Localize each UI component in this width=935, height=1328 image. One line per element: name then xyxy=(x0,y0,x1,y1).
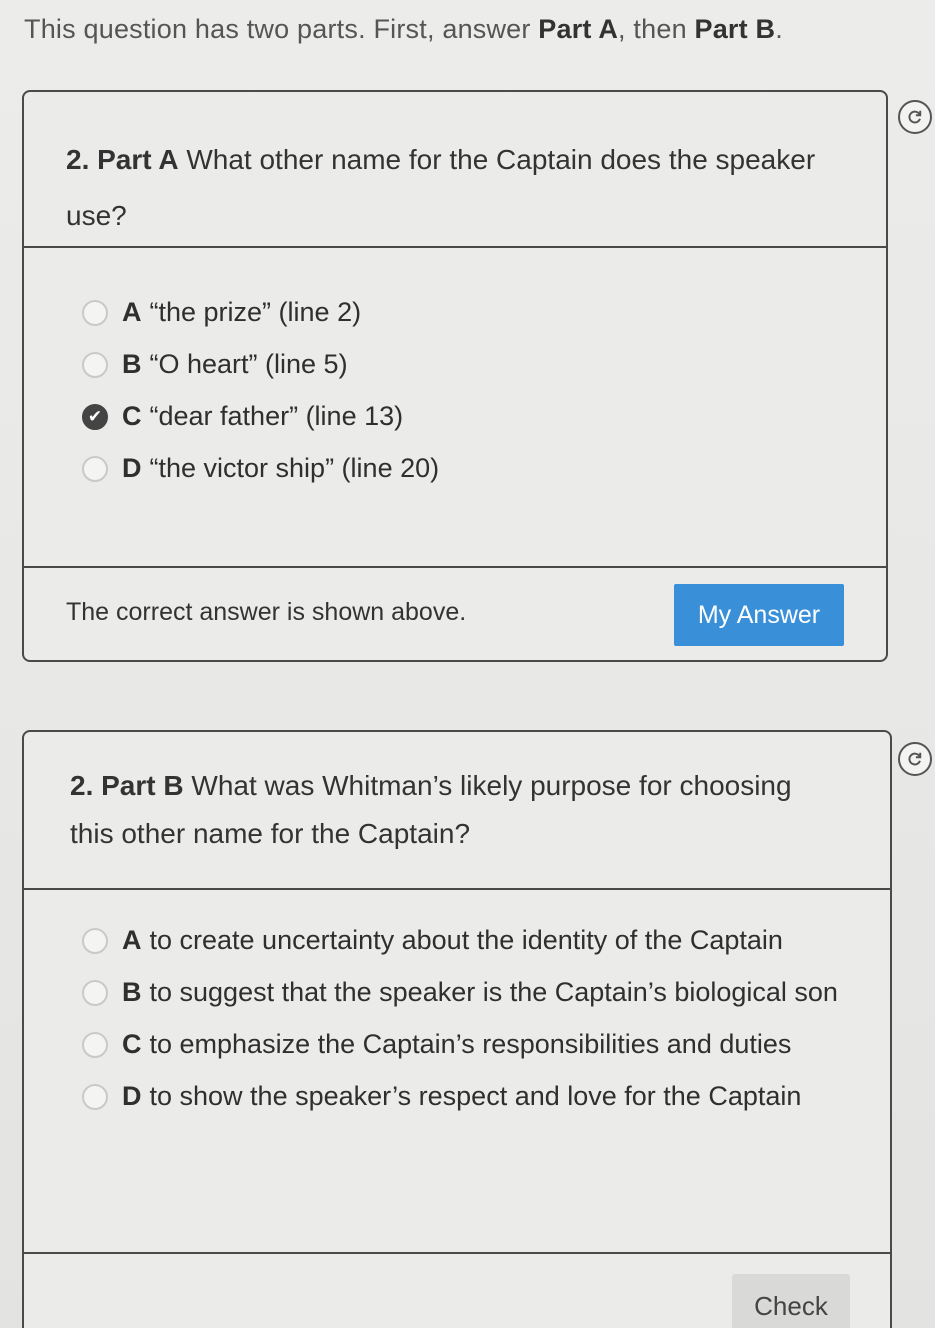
option-letter: C xyxy=(122,401,142,431)
option-label: A “the prize” (line 2) xyxy=(122,288,361,336)
question-card-part-b: 2. Part B What was Whitman’s likely purp… xyxy=(22,730,892,1328)
option-label: D “the victor ship” (line 20) xyxy=(122,444,439,492)
question-card-part-a: 2. Part A What other name for the Captai… xyxy=(22,90,888,662)
reset-icon-glyph xyxy=(908,110,922,124)
radio-button[interactable] xyxy=(82,1084,108,1110)
option-letter: A xyxy=(122,297,142,327)
option-letter: B xyxy=(122,349,142,379)
radio-button[interactable] xyxy=(82,1032,108,1058)
question-prompt: What other name for the Captain does the… xyxy=(66,144,816,231)
question-header: 2. Part A What other name for the Captai… xyxy=(24,92,886,248)
question-footer: The correct answer is shown above. My An… xyxy=(24,566,886,660)
my-answer-button[interactable]: My Answer xyxy=(674,584,844,646)
question-text: 2. Part A What other name for the Captai… xyxy=(66,132,826,244)
option-letter: B xyxy=(122,977,142,1007)
page: This question has two parts. First, answ… xyxy=(0,0,935,1328)
answer-options: A “the prize” (line 2) B “O heart” (line 5)… xyxy=(82,296,866,504)
option-label: Cto emphasize the Captain’s responsibili… xyxy=(122,1020,791,1068)
radio-button[interactable] xyxy=(82,980,108,1006)
answer-options: Ato create uncertainty about the identit… xyxy=(82,924,870,1132)
radio-button[interactable] xyxy=(82,300,108,326)
instructions-part-b: Part B xyxy=(694,14,776,44)
option-letter: C xyxy=(122,1029,142,1059)
option-letter: D xyxy=(122,1081,142,1111)
radio-button[interactable] xyxy=(82,456,108,482)
answer-option-d[interactable]: D “the victor ship” (line 20) xyxy=(82,452,866,504)
option-text: “the prize” (line 2) xyxy=(149,297,362,327)
option-letter: D xyxy=(122,453,142,483)
answer-option-d[interactable]: Dto show the speaker’s respect and love … xyxy=(82,1080,870,1132)
option-label: C “dear father” (line 13) xyxy=(122,392,403,440)
option-text: to create uncertainty about the identity… xyxy=(149,925,783,955)
radio-button[interactable] xyxy=(82,928,108,954)
question-number: 2. Part B xyxy=(70,770,184,801)
option-text: “dear father” (line 13) xyxy=(149,401,404,431)
question-header: 2. Part B What was Whitman’s likely purp… xyxy=(24,732,890,890)
option-text: to show the speaker’s respect and love f… xyxy=(149,1081,802,1111)
instructions-part-a: Part A xyxy=(538,14,619,44)
instructions-suffix: . xyxy=(775,14,783,44)
option-text: “O heart” (line 5) xyxy=(149,349,348,379)
radio-selected[interactable]: ✔ xyxy=(82,404,108,430)
question-number: 2. Part A xyxy=(66,144,179,175)
instructions-prefix: This question has two parts. First, answ… xyxy=(24,14,539,44)
option-label: Dto show the speaker’s respect and love … xyxy=(122,1072,801,1120)
feedback-text: The correct answer is shown above. xyxy=(66,598,467,626)
question-footer: Check xyxy=(24,1252,890,1328)
instructions-middle: , then xyxy=(618,14,695,44)
option-text: to emphasize the Captain’s responsibilit… xyxy=(149,1029,792,1059)
reset-icon[interactable] xyxy=(898,100,932,134)
question-text: 2. Part B What was Whitman’s likely purp… xyxy=(70,762,830,858)
option-label: B “O heart” (line 5) xyxy=(122,340,348,388)
option-letter: A xyxy=(122,925,142,955)
option-label: Ato create uncertainty about the identit… xyxy=(122,916,783,964)
instructions: This question has two parts. First, answ… xyxy=(24,14,783,45)
check-icon: ✔ xyxy=(87,406,103,427)
option-label: Bto suggest that the speaker is the Capt… xyxy=(122,968,838,1016)
option-text: to suggest that the speaker is the Capta… xyxy=(149,977,838,1007)
check-button[interactable]: Check xyxy=(732,1274,850,1328)
option-text: “the victor ship” (line 20) xyxy=(149,453,440,483)
reset-icon[interactable] xyxy=(898,742,932,776)
reset-icon-glyph xyxy=(908,752,922,766)
radio-button[interactable] xyxy=(82,352,108,378)
